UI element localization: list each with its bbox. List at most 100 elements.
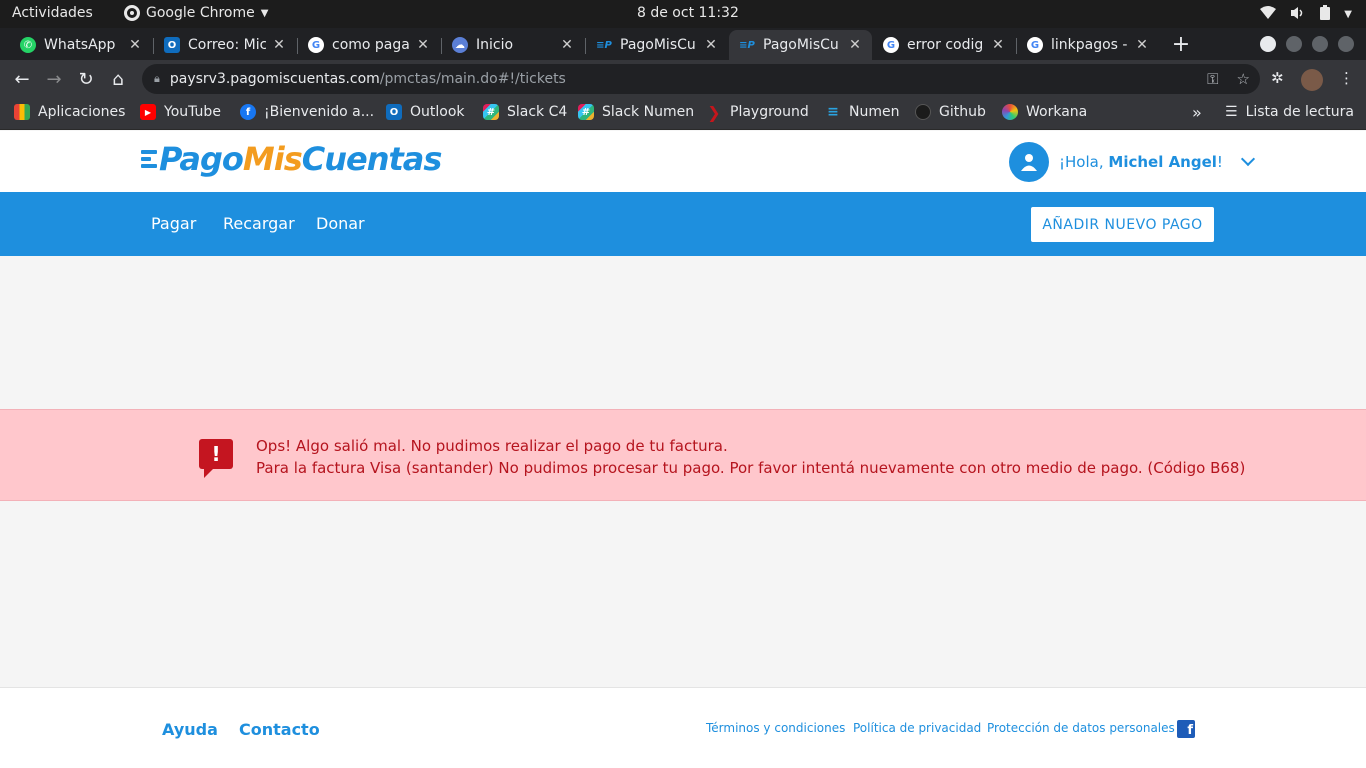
- reading-list-button[interactable]: ☰ Lista de lectura: [1225, 104, 1354, 120]
- tab-error-codigo[interactable]: G error codig ✕: [873, 30, 1015, 60]
- bookmark-label: Workana: [1026, 104, 1088, 120]
- close-icon[interactable]: ✕: [704, 37, 718, 53]
- url-host: paysrv3.pagomiscuentas.com: [169, 71, 380, 87]
- footer-help-link[interactable]: Ayuda: [162, 720, 218, 739]
- tab-pagomiscuentas-1[interactable]: ≡P PagoMisCu ✕: [586, 30, 728, 60]
- bookmark-label: Slack Numen: [602, 104, 695, 120]
- bookmark-label: YouTube: [164, 104, 221, 120]
- tab-linkpagos[interactable]: G linkpagos - ✕: [1017, 30, 1159, 60]
- bookmark-github[interactable]: Github: [915, 104, 986, 120]
- close-icon[interactable]: ✕: [848, 37, 862, 53]
- bookmarks-bar: Aplicaciones ▶ YouTube f ¡Bienvenido a..…: [0, 98, 1366, 130]
- reload-icon[interactable]: ↻: [75, 69, 97, 90]
- cloud-icon: ☁: [452, 37, 468, 53]
- tab-title: error codig: [907, 37, 984, 53]
- bookmark-slack-c4[interactable]: # Slack C4: [483, 104, 567, 120]
- extensions-puzzle-icon[interactable]: ✲: [1271, 69, 1284, 87]
- minimize-icon[interactable]: [1286, 36, 1302, 52]
- app-menu[interactable]: Google Chrome ▼: [124, 5, 268, 21]
- close-icon[interactable]: ✕: [272, 37, 286, 53]
- close-icon[interactable]: ✕: [560, 37, 574, 53]
- nav-pagar[interactable]: Pagar: [151, 214, 196, 233]
- tab-pagomiscuentas-active[interactable]: ≡P PagoMisCu ✕: [729, 30, 872, 60]
- nav-recargar[interactable]: Recargar: [223, 214, 295, 233]
- bookmark-youtube[interactable]: ▶ YouTube: [140, 104, 221, 120]
- footer-data-protection-link[interactable]: Protección de datos personales: [987, 721, 1175, 735]
- bookmark-star-icon[interactable]: ☆: [1237, 70, 1250, 88]
- reading-list-icon: ☰: [1225, 104, 1238, 120]
- address-bar[interactable]: 🔒︎ paysrv3.pagomiscuentas.com /pmctas/ma…: [142, 64, 1260, 94]
- youtube-icon: ▶: [140, 104, 156, 120]
- back-arrow-icon[interactable]: ←: [11, 69, 33, 90]
- close-icon[interactable]: ✕: [1135, 37, 1149, 53]
- playground-icon: ❯: [707, 102, 721, 122]
- more-bookmarks-icon[interactable]: »: [1192, 103, 1202, 122]
- profile-avatar[interactable]: [1301, 69, 1323, 91]
- footer-terms-link[interactable]: Términos y condiciones: [706, 721, 845, 735]
- forward-arrow-icon[interactable]: →: [43, 69, 65, 90]
- bookmark-label: Outlook: [410, 104, 465, 120]
- footer-privacy-link[interactable]: Política de privacidad: [853, 721, 981, 735]
- pagomiscuentas-logo[interactable]: Pago Mis Cuentas: [141, 140, 442, 178]
- greeting-end: !: [1216, 153, 1223, 171]
- tab-whatsapp[interactable]: ✆ WhatsApp ✕: [10, 30, 152, 60]
- home-icon[interactable]: ⌂: [107, 69, 129, 90]
- clock[interactable]: 8 de oct 11:32: [637, 5, 739, 21]
- tab-title: WhatsApp: [44, 37, 116, 53]
- bookmark-slack-numen[interactable]: # Slack Numen: [578, 104, 694, 120]
- volume-icon: [1290, 6, 1306, 24]
- reading-list-label: Lista de lectura: [1245, 104, 1354, 120]
- close-icon[interactable]: ✕: [128, 37, 142, 53]
- url-path: /pmctas/main.do#!/tickets: [379, 71, 566, 87]
- bookmark-facebook[interactable]: f ¡Bienvenido a...: [240, 104, 374, 120]
- numen-icon: ≡: [827, 104, 839, 120]
- bookmark-workana[interactable]: Workana: [1002, 104, 1087, 120]
- error-detail: Para la factura Visa (santander) No pudi…: [256, 459, 1246, 477]
- bookmark-playground[interactable]: ❯ Playground: [706, 102, 808, 122]
- close-icon[interactable]: ✕: [991, 37, 1005, 53]
- user-name: Michel Angel: [1108, 153, 1217, 171]
- close-window-icon[interactable]: [1338, 36, 1354, 52]
- maximize-icon[interactable]: [1312, 36, 1328, 52]
- github-icon: [915, 104, 931, 120]
- tab-strip: ✆ WhatsApp ✕ O Correo: Mic ✕ G como paga…: [0, 28, 1366, 60]
- logo-bars-icon: [141, 147, 157, 171]
- user-avatar-icon: [1009, 142, 1049, 182]
- slack-icon: #: [483, 104, 499, 120]
- key-icon[interactable]: ⚿: [1207, 70, 1218, 88]
- tab-title: Inicio: [476, 37, 514, 53]
- user-greeting: ¡Hola, Michel Angel!: [1059, 153, 1223, 171]
- new-tab-plus-icon[interactable]: +: [1170, 32, 1192, 57]
- close-icon[interactable]: ✕: [416, 37, 430, 53]
- user-menu[interactable]: ¡Hola, Michel Angel!: [1009, 142, 1255, 182]
- greeting-text: ¡Hola,: [1059, 153, 1104, 171]
- facebook-icon: f: [240, 104, 256, 120]
- power-menu-icon: ▼: [1344, 9, 1352, 20]
- tab-correo[interactable]: O Correo: Mic ✕: [154, 30, 296, 60]
- browser-toolbar: ← → ↻ ⌂ 🔒︎ paysrv3.pagomiscuentas.com /p…: [0, 60, 1366, 98]
- bookmark-label: Slack C4: [507, 104, 568, 120]
- bookmark-numen[interactable]: ≡ Numen: [825, 104, 899, 120]
- tab-title: PagoMisCu: [620, 37, 696, 53]
- system-top-bar: Actividades Google Chrome ▼ 8 de oct 11:…: [0, 0, 1366, 28]
- activities-button[interactable]: Actividades: [12, 5, 93, 21]
- bookmark-outlook[interactable]: O Outlook: [386, 104, 465, 120]
- facebook-icon[interactable]: f: [1177, 720, 1195, 738]
- add-new-payment-button[interactable]: AÑADIR NUEVO PAGO: [1031, 207, 1214, 242]
- nav-donar[interactable]: Donar: [316, 214, 365, 233]
- footer-contact-link[interactable]: Contacto: [239, 720, 320, 739]
- slack-icon: #: [578, 104, 594, 120]
- site-footer: Ayuda Contacto Términos y condiciones Po…: [0, 687, 1366, 768]
- tab-search-icon[interactable]: [1260, 36, 1276, 52]
- bookmark-aplicaciones[interactable]: Aplicaciones: [14, 104, 125, 120]
- system-tray[interactable]: ▼: [1260, 5, 1352, 24]
- tab-como-pagar[interactable]: G como pagar ✕: [298, 30, 440, 60]
- outlook-icon: O: [164, 37, 180, 53]
- lock-icon[interactable]: 🔒︎: [154, 72, 160, 86]
- logo-part-mis: Mis: [242, 140, 303, 178]
- tab-inicio[interactable]: ☁ Inicio ✕: [442, 30, 584, 60]
- tab-title: Correo: Mic: [188, 37, 266, 53]
- site-header: Pago Mis Cuentas ¡Hola, Michel Angel!: [0, 131, 1366, 192]
- menu-dots-icon[interactable]: ⋮: [1339, 69, 1354, 87]
- google-icon: G: [883, 37, 899, 53]
